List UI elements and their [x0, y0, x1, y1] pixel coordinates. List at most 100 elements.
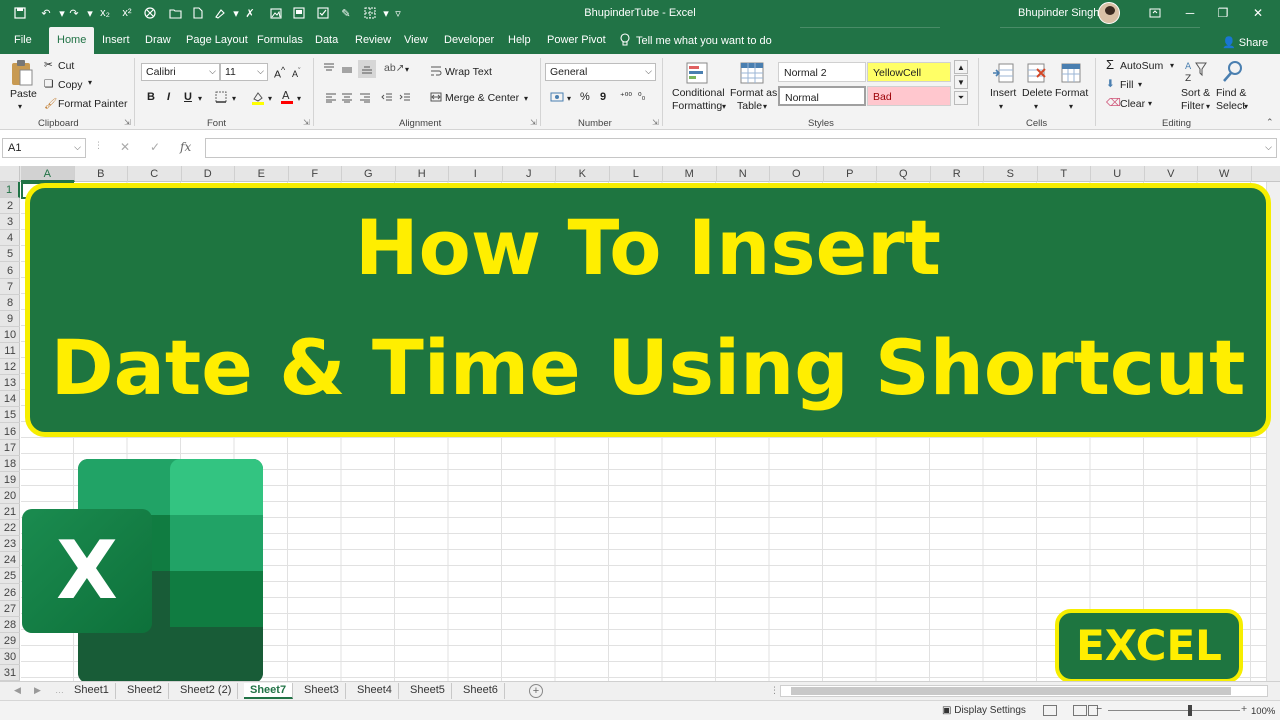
sheet-tab-sheet7[interactable]: Sheet7 — [244, 683, 294, 699]
row-header[interactable]: 10 — [0, 327, 20, 343]
normal-view-icon[interactable] — [1043, 705, 1057, 716]
row-header[interactable]: 30 — [0, 649, 20, 665]
tab-help[interactable]: Help — [508, 34, 531, 46]
sort-filter-label-1[interactable]: Sort & — [1181, 87, 1210, 99]
column-header[interactable]: R — [931, 166, 984, 182]
merge-dropdown-icon[interactable]: ▾ — [524, 94, 528, 103]
tab-view[interactable]: View — [404, 34, 428, 46]
fill-button[interactable]: Fill — [1120, 79, 1133, 91]
enter-icon[interactable]: ✓ — [150, 140, 160, 154]
format-painter-button[interactable]: Format Painter — [58, 98, 127, 110]
find-select-label-1[interactable]: Find & — [1216, 87, 1246, 99]
align-top-icon[interactable] — [322, 62, 336, 74]
autosum-dropdown-icon[interactable]: ▾ — [1170, 61, 1174, 70]
row-header[interactable]: 7 — [0, 279, 20, 295]
font-color-icon[interactable]: A — [280, 88, 294, 105]
copy-button[interactable]: Copy — [58, 79, 83, 91]
tab-splitter-icon[interactable]: ⋮ — [770, 685, 779, 696]
italic-button[interactable]: I — [167, 91, 170, 103]
column-header[interactable]: S — [984, 166, 1038, 182]
select-all-corner[interactable] — [0, 166, 20, 182]
row-header[interactable]: 24 — [0, 552, 20, 569]
tab-data[interactable]: Data — [315, 34, 338, 46]
tab-insert[interactable]: Insert — [102, 34, 130, 46]
delete-dropdown-icon[interactable]: ▾ — [1034, 102, 1038, 111]
merge-center-button[interactable]: Merge & Center — [445, 92, 519, 104]
font-name-combo[interactable]: Calibri ⌵ — [141, 63, 220, 81]
sort-filter-dropdown-icon[interactable]: ▾ — [1206, 102, 1210, 111]
column-header[interactable]: N — [717, 166, 770, 182]
column-header[interactable]: G — [342, 166, 396, 182]
row-header[interactable]: 13 — [0, 375, 20, 392]
row-header[interactable]: 21 — [0, 504, 20, 520]
row-header[interactable]: 12 — [0, 359, 20, 376]
fill-color-dropdown-icon[interactable]: ▾ — [268, 94, 272, 103]
column-header[interactable]: B — [75, 166, 128, 182]
clipboard-launcher-icon[interactable]: ⇲ — [124, 118, 131, 127]
comma-style-button[interactable]: 9 — [600, 91, 606, 103]
currency-icon[interactable] — [549, 90, 565, 104]
alignment-launcher-icon[interactable]: ⇲ — [530, 118, 537, 127]
tab-formulas[interactable]: Formulas — [257, 34, 303, 46]
tab-page-layout[interactable]: Page Layout — [186, 34, 248, 46]
format-as-table-label-1[interactable]: Format as — [730, 87, 777, 99]
conditional-formatting-label-1[interactable]: Conditional — [672, 87, 725, 99]
sort-filter-icon[interactable]: AZ — [1183, 58, 1209, 86]
column-header[interactable]: T — [1038, 166, 1091, 182]
format-as-table-dropdown-icon[interactable]: ▾ — [763, 102, 767, 111]
decrease-indent-icon[interactable] — [380, 92, 394, 104]
fill-color-icon[interactable] — [250, 89, 266, 105]
delete-cells-icon[interactable] — [1024, 59, 1050, 87]
expand-formula-icon[interactable]: ⌵ — [1265, 142, 1272, 153]
format-dropdown-icon[interactable]: ▾ — [1069, 102, 1073, 111]
close-icon[interactable]: ✕ — [1243, 3, 1273, 23]
row-header[interactable]: 22 — [0, 520, 20, 537]
tab-review[interactable]: Review — [355, 34, 391, 46]
zoom-in-icon[interactable]: + — [1241, 703, 1247, 715]
sheet-tab-sheet3[interactable]: Sheet3 — [298, 683, 346, 699]
wrap-text-button[interactable]: Wrap Text — [445, 66, 492, 78]
column-header[interactable]: P — [824, 166, 877, 182]
column-header[interactable]: K — [556, 166, 610, 182]
style-normal[interactable]: Normal — [778, 86, 866, 106]
find-select-icon[interactable] — [1220, 58, 1246, 86]
format-as-table-icon[interactable] — [738, 60, 766, 86]
paste-button[interactable]: Paste — [10, 88, 37, 100]
column-header[interactable]: F — [289, 166, 342, 182]
style-bad[interactable]: Bad — [867, 86, 951, 106]
sheet-tab-sheet4[interactable]: Sheet4 — [351, 683, 399, 699]
column-header[interactable]: O — [770, 166, 824, 182]
number-format-combo[interactable]: General ⌵ — [545, 63, 656, 81]
zoom-out-icon[interactable]: − — [1096, 703, 1102, 715]
insert-function-icon[interactable]: fx — [180, 140, 191, 154]
align-left-icon[interactable] — [324, 92, 338, 104]
sheet-tab-sheet6[interactable]: Sheet6 — [457, 683, 505, 699]
merge-center-icon[interactable] — [429, 90, 443, 104]
row-header[interactable]: 23 — [0, 536, 20, 553]
zoom-slider-thumb[interactable] — [1188, 705, 1192, 716]
fill-down-icon[interactable]: ⬇ — [1106, 78, 1115, 90]
wrap-text-icon[interactable] — [429, 64, 443, 78]
align-bottom-icon[interactable] — [358, 60, 376, 78]
column-header[interactable]: J — [503, 166, 556, 182]
name-box[interactable]: A1 ⌵ — [2, 138, 86, 158]
sheet-tab-sheet5[interactable]: Sheet5 — [404, 683, 452, 699]
sheet-more-icon[interactable]: … — [55, 685, 64, 695]
font-launcher-icon[interactable]: ⇲ — [303, 118, 310, 127]
column-header[interactable]: V — [1145, 166, 1198, 182]
add-sheet-icon[interactable]: + — [529, 684, 543, 698]
row-header[interactable]: 3 — [0, 214, 20, 231]
insert-cells-icon[interactable] — [990, 59, 1016, 87]
autosum-icon[interactable]: Σ — [1106, 57, 1114, 72]
avatar[interactable] — [1098, 2, 1120, 24]
column-header[interactable]: W — [1198, 166, 1252, 182]
orientation-icon[interactable]: ab↗ — [384, 62, 404, 74]
horizontal-scroll-thumb[interactable] — [791, 687, 1231, 695]
clear-button[interactable]: Clear — [1120, 98, 1145, 110]
column-header[interactable]: C — [128, 166, 182, 182]
horizontal-scrollbar[interactable] — [780, 685, 1268, 697]
styles-scroll-up-icon[interactable]: ▲ — [954, 60, 968, 74]
delete-cells-button[interactable]: Delete — [1022, 87, 1052, 99]
insert-cells-button[interactable]: Insert — [990, 87, 1016, 99]
conditional-formatting-icon[interactable] — [684, 60, 712, 86]
